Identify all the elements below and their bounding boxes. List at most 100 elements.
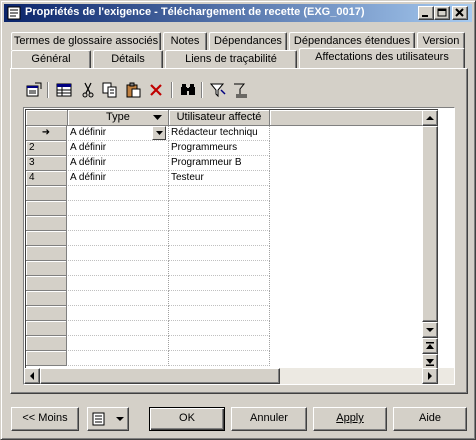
type-cell[interactable] xyxy=(68,306,169,321)
row-header[interactable] xyxy=(26,201,67,216)
title-bar[interactable]: Propriétés de l'exigence - Téléchargemen… xyxy=(4,4,472,22)
vertical-scrollbar[interactable] xyxy=(422,110,438,369)
tab-notes[interactable]: Notes xyxy=(163,32,207,50)
scroll-top-button[interactable] xyxy=(422,338,438,354)
user-cell[interactable]: Programmeurs xyxy=(169,141,270,156)
type-cell[interactable] xyxy=(68,201,169,216)
row-header[interactable]: 2 xyxy=(26,141,67,156)
user-cell[interactable]: Programmeur B xyxy=(169,156,270,171)
type-cell[interactable] xyxy=(68,231,169,246)
row-header[interactable]: 4 xyxy=(26,171,67,186)
view-menu-button[interactable] xyxy=(87,407,129,431)
user-cell[interactable] xyxy=(169,336,270,351)
type-cell[interactable] xyxy=(68,276,169,291)
clear-filter-button[interactable] xyxy=(231,81,249,99)
current-row-marker[interactable]: ➜ xyxy=(26,126,67,141)
user-cell[interactable] xyxy=(169,291,270,306)
scroll-left-button[interactable] xyxy=(24,368,40,384)
user-cell[interactable]: Testeur xyxy=(169,171,270,186)
scroll-up-button[interactable] xyxy=(422,110,438,126)
properties-button[interactable] xyxy=(25,81,43,99)
type-dropdown-button[interactable] xyxy=(152,126,166,140)
less-button[interactable]: << Moins xyxy=(11,407,79,431)
scroll-down-button[interactable] xyxy=(422,322,438,338)
tab-label: Termes de glossaire associés xyxy=(13,35,159,47)
filter-button[interactable] xyxy=(209,81,227,99)
horizontal-scrollbar[interactable] xyxy=(24,368,454,384)
type-cell[interactable] xyxy=(68,246,169,261)
cut-button[interactable] xyxy=(79,81,97,99)
row-header[interactable] xyxy=(26,336,67,351)
type-cell[interactable] xyxy=(68,186,169,201)
apply-button[interactable]: Apply xyxy=(313,407,387,431)
paste-button[interactable] xyxy=(125,81,143,99)
empty-cell xyxy=(270,291,430,306)
user-cell[interactable]: Rédacteur techniqu xyxy=(169,126,270,141)
type-cell[interactable]: A définir xyxy=(68,126,169,141)
user-cell[interactable] xyxy=(169,231,270,246)
row-header[interactable] xyxy=(26,216,67,231)
vertical-scroll-thumb[interactable] xyxy=(422,126,438,322)
cancel-button[interactable]: Annuler xyxy=(231,407,307,431)
properties-icon xyxy=(26,82,42,97)
delete-button[interactable] xyxy=(147,81,165,99)
copy-button[interactable] xyxy=(101,81,119,99)
row-header[interactable]: 3 xyxy=(26,156,67,171)
user-cell[interactable] xyxy=(169,306,270,321)
type-cell[interactable]: A définir xyxy=(68,141,169,156)
row-header[interactable] xyxy=(26,351,67,366)
add-rows-button[interactable] xyxy=(55,81,73,99)
row-header[interactable] xyxy=(26,186,67,201)
tab-label: Notes xyxy=(170,35,200,47)
tab-affectations-utilisateurs[interactable]: Affectations des utilisateurs xyxy=(299,48,465,68)
find-button[interactable] xyxy=(179,81,197,99)
help-button[interactable]: Aide xyxy=(393,407,467,431)
column-header-type[interactable]: Type xyxy=(68,110,169,126)
apply-button-label: Apply xyxy=(336,412,364,424)
row-header[interactable] xyxy=(26,291,67,306)
maximize-button[interactable] xyxy=(434,6,450,20)
tab-general[interactable]: Général xyxy=(11,50,91,68)
tab-label: Général xyxy=(31,53,71,65)
type-cell[interactable] xyxy=(68,321,169,336)
row-header[interactable] xyxy=(26,276,67,291)
row-header[interactable] xyxy=(26,246,67,261)
type-cell[interactable] xyxy=(68,216,169,231)
type-cell[interactable]: A définir xyxy=(68,171,169,186)
type-cell[interactable] xyxy=(68,351,169,366)
tab-details[interactable]: Détails xyxy=(93,50,163,68)
close-button[interactable] xyxy=(452,6,468,20)
user-cell[interactable] xyxy=(169,201,270,216)
tab-dependances[interactable]: Dépendances xyxy=(209,32,287,50)
ok-button[interactable]: OK xyxy=(149,407,225,431)
user-cell[interactable] xyxy=(169,186,270,201)
type-cell[interactable] xyxy=(68,261,169,276)
horizontal-scroll-thumb[interactable] xyxy=(40,368,280,384)
row-header[interactable] xyxy=(26,231,67,246)
scroll-bottom-button[interactable] xyxy=(422,354,438,369)
user-cell[interactable] xyxy=(169,321,270,336)
row-header[interactable] xyxy=(26,261,67,276)
minimize-button[interactable] xyxy=(418,6,434,20)
user-value: Programmeurs xyxy=(171,142,238,153)
user-assignments-grid[interactable]: Type Utilisateur affecté ➜ A définir Rédac… xyxy=(23,107,455,385)
column-header-user[interactable]: Utilisateur affecté xyxy=(169,110,270,126)
row-header[interactable] xyxy=(26,306,67,321)
tab-liens-tracabilite[interactable]: Liens de traçabilité xyxy=(165,50,297,68)
user-cell[interactable] xyxy=(169,246,270,261)
empty-cell xyxy=(270,306,430,321)
tab-termes-glossaire[interactable]: Termes de glossaire associés xyxy=(11,32,161,50)
type-cell[interactable]: A définir xyxy=(68,156,169,171)
row-header[interactable] xyxy=(26,321,67,336)
user-cell[interactable] xyxy=(169,261,270,276)
scroll-right-button[interactable] xyxy=(422,368,438,384)
type-value: A définir xyxy=(70,127,107,138)
user-cell[interactable] xyxy=(169,351,270,366)
user-cell[interactable] xyxy=(169,216,270,231)
type-cell[interactable] xyxy=(68,291,169,306)
empty-cell xyxy=(270,126,430,141)
type-cell[interactable] xyxy=(68,336,169,351)
type-value: A définir xyxy=(70,142,107,153)
tab-label: Version xyxy=(422,35,460,47)
user-cell[interactable] xyxy=(169,276,270,291)
